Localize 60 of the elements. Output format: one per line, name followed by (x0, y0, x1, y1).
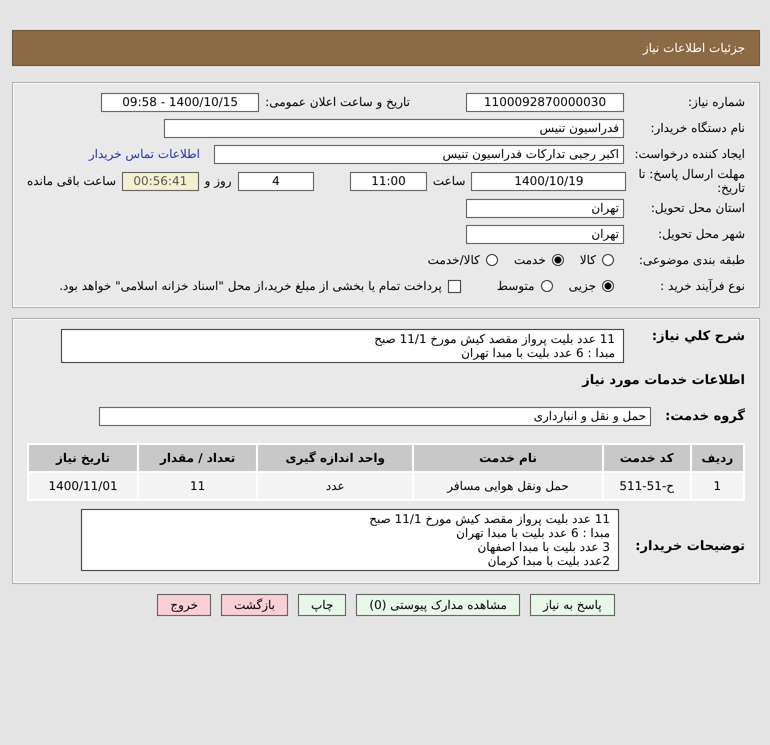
field-label: طبقه بندی موضوعی: (638, 253, 745, 267)
deadline-date-field: 1400/10/19 (471, 172, 626, 190)
action-button[interactable]: بازگشت (221, 594, 288, 616)
city-field: تهران (466, 224, 624, 244)
column-header: ردیف (692, 445, 743, 471)
radio-button[interactable] (540, 280, 553, 292)
requester-field: اکبر رجبی تدارکات فدراسیون تنیس (214, 144, 624, 164)
service-group-field: حمل و نقل و انبارداری (99, 406, 651, 426)
column-header: واحد اندازه گیری (258, 445, 412, 471)
radio-label: متوسط (496, 279, 535, 293)
table-cell: حمل ونقل هوایی مسافر (414, 473, 602, 499)
field-label: روز و (204, 174, 232, 188)
field-label: شماره نیاز: (687, 95, 745, 109)
summary-textarea: 11 عدد بلیت پرواز مقصد کیش مورخ 11/1 صبح مبدا : 6 عدد بلیت با مبدا تهران (61, 329, 624, 363)
action-button[interactable]: مشاهده مدارک پیوستی (0) (356, 594, 520, 616)
radio-button[interactable] (602, 280, 614, 292)
checkbox[interactable] (448, 280, 461, 292)
need-number-field: 1100092870000030 (466, 92, 624, 112)
table-cell: 1 (692, 473, 743, 499)
action-button[interactable]: چاپ (298, 594, 346, 616)
buyer-contact-link[interactable]: اطلاعات تماس خریدار (88, 147, 200, 161)
field-label: مهلت ارسال پاسخ: تا تاریخ: (637, 167, 745, 195)
column-header: کد خدمت (604, 445, 690, 471)
field-label: شهر محل تحویل: (657, 227, 745, 241)
radio-label: کالا/خدمت (428, 253, 480, 267)
buyer-org-field: فدراسیون تنیس (164, 118, 624, 138)
radio-button[interactable] (486, 254, 498, 266)
remaining-time-field: 00:56:41 (122, 172, 199, 190)
deadline-time-field: 11:00 (350, 172, 427, 190)
radio-label: جزیی (568, 279, 596, 293)
days-field: 4 (238, 172, 314, 190)
table-cell: ح-51-511 (604, 473, 690, 499)
table-cell: عدد (258, 473, 412, 499)
section-title: اطلاعات خدمات مورد نیاز (582, 372, 745, 388)
buyer-notes-textarea: 11 عدد بلیت پرواز مقصد کیش مورخ 11/1 صبح مبدا : 6 عدد بلیت با مبدا تهران 3 عدد بلیت با مبدا اصفهان 2عدد بلیت با مبدا کرمان (81, 509, 619, 571)
radio-label: خدمت (514, 253, 546, 267)
field-label: استان محل تحویل: (650, 201, 745, 215)
radio-button[interactable] (552, 254, 564, 266)
page-title: جزئیات اطلاعات نیاز (642, 41, 745, 55)
column-header: نام خدمت (414, 445, 602, 471)
table-cell: 11 (139, 473, 256, 499)
radio-button[interactable] (602, 254, 614, 266)
radio-label: کالا (580, 253, 596, 267)
field-label: ساعت باقی مانده (26, 174, 116, 188)
column-header: تعداد / مقدار (139, 445, 256, 471)
action-button[interactable]: خروج (157, 594, 211, 616)
field-label: شرح کلي نياز: (650, 329, 745, 344)
action-button[interactable]: پاسخ به نیاز (530, 594, 615, 616)
field-label: ساعت (432, 174, 466, 188)
field-label: نام دستگاه خریدار: (650, 121, 745, 135)
table-cell: 1400/11/01 (29, 473, 138, 499)
field-label: نوع فرآیند خرید : (659, 279, 745, 293)
announce-date-field: 1400/10/15 - 09:58 (101, 92, 260, 112)
field-label: ایجاد کننده درخواست: (633, 147, 745, 161)
column-header: تاریخ نیاز (29, 445, 138, 471)
checkbox-label: پرداخت تمام یا بخشی از مبلغ خرید،از محل "اسناد خزانه اسلامی" خواهد بود. (59, 279, 442, 293)
field-label: گروه خدمت: (664, 408, 745, 424)
field-label: توضیحات خریدار: (634, 539, 745, 554)
field-label: تاریخ و ساعت اعلان عمومی: (265, 95, 410, 109)
province-field: تهران (466, 198, 624, 218)
